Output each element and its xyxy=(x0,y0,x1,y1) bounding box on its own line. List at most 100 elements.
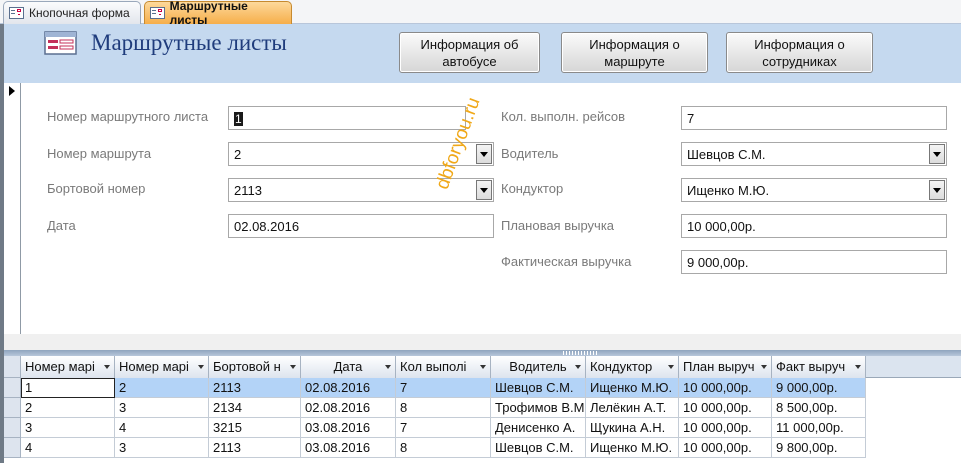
table-cell[interactable]: 8 xyxy=(396,438,491,458)
route-number-label: Номер маршрута xyxy=(47,146,152,161)
table-cell[interactable]: 10 000,00р. xyxy=(679,398,772,418)
planned-revenue-label: Плановая выручка xyxy=(501,218,615,233)
sort-filter-arrow-icon[interactable] xyxy=(198,365,204,369)
column-header-label: Факт выруч xyxy=(776,359,846,374)
table-row[interactable]: 4 3 2113 03.08.2016 8 Шевцов С.М. Ищенко… xyxy=(21,438,866,458)
form-icon xyxy=(150,7,165,19)
tab-route-sheets[interactable]: Маршрутные листы xyxy=(144,0,292,27)
table-cell[interactable]: Шевцов С.М. xyxy=(491,438,586,458)
staff-info-button[interactable]: Информация о сотрудниках xyxy=(726,32,873,73)
route-sheet-number-field[interactable]: 1 xyxy=(228,106,466,130)
table-cell[interactable]: 1 xyxy=(21,378,115,398)
splitter-grip-icon[interactable] xyxy=(563,351,597,355)
tab-switchboard[interactable]: Кнопочная форма xyxy=(3,1,141,24)
button-label-line: маршруте xyxy=(604,54,665,69)
row-selector[interactable] xyxy=(4,378,21,398)
combo-value: 2 xyxy=(234,147,242,162)
record-selector[interactable] xyxy=(4,83,21,334)
table-cell[interactable]: 10 000,00р. xyxy=(679,418,772,438)
table-cell[interactable]: 3 xyxy=(21,418,115,438)
table-cell[interactable]: Щукина А.Н. xyxy=(586,418,679,438)
table-cell[interactable]: Ищенко М.Ю. xyxy=(586,378,679,398)
combo-value: Ищенко М.Ю. xyxy=(687,183,770,198)
bus-info-button[interactable]: Информация об автобусе xyxy=(399,32,540,73)
actual-revenue-field[interactable]: 9 000,00р. xyxy=(681,250,947,274)
table-cell[interactable]: 9 800,00р. xyxy=(772,438,866,458)
sort-filter-arrow-icon[interactable] xyxy=(290,365,296,369)
table-cell[interactable]: 2113 xyxy=(209,438,301,458)
table-cell[interactable]: 8 500,00р. xyxy=(772,398,866,418)
dropdown-arrow-icon[interactable] xyxy=(476,144,492,164)
sort-filter-arrow-icon[interactable] xyxy=(104,365,110,369)
column-header[interactable]: Кондуктор xyxy=(586,356,679,378)
route-info-button[interactable]: Информация о маршруте xyxy=(561,32,708,73)
sort-filter-arrow-icon[interactable] xyxy=(855,365,861,369)
table-cell[interactable]: 7 xyxy=(396,418,491,438)
table-cell[interactable]: 9 000,00р. xyxy=(772,378,866,398)
table-row[interactable]: 2 3 2134 02.08.2016 8 Трофимов В.М Лелёк… xyxy=(21,398,866,418)
table-cell[interactable]: 03.08.2016 xyxy=(301,418,396,438)
form-title: Маршрутные листы xyxy=(91,30,287,55)
table-cell[interactable]: 8 xyxy=(396,398,491,418)
board-number-label: Бортовой номер xyxy=(47,181,146,196)
row-selector[interactable] xyxy=(4,438,21,458)
dropdown-arrow-icon[interactable] xyxy=(929,180,945,200)
dropdown-arrow-icon[interactable] xyxy=(929,144,945,164)
table-cell[interactable]: 7 xyxy=(396,378,491,398)
column-header-label: Водитель xyxy=(509,359,567,374)
sort-filter-arrow-icon[interactable] xyxy=(668,365,674,369)
sort-filter-arrow-icon[interactable] xyxy=(575,365,581,369)
row-selector[interactable] xyxy=(4,418,21,438)
table-cell[interactable]: 4 xyxy=(115,418,209,438)
sort-filter-arrow-icon[interactable] xyxy=(761,365,767,369)
table-cell[interactable]: Шевцов С.М. xyxy=(491,378,586,398)
button-label-line: сотрудниках xyxy=(762,54,837,69)
sort-filter-arrow-icon[interactable] xyxy=(480,365,486,369)
current-record-arrow-icon xyxy=(9,86,15,96)
column-header[interactable]: Водитель xyxy=(491,356,586,378)
form-footer-area xyxy=(4,334,961,350)
table-cell[interactable]: 03.08.2016 xyxy=(301,438,396,458)
column-header[interactable]: Номер марі xyxy=(21,356,115,378)
table-cell[interactable]: 11 000,00р. xyxy=(772,418,866,438)
date-field[interactable]: 02.08.2016 xyxy=(228,214,494,238)
table-cell[interactable]: 02.08.2016 xyxy=(301,398,396,418)
table-cell[interactable]: Трофимов В.М xyxy=(491,398,586,418)
table-cell[interactable]: 2 xyxy=(21,398,115,418)
select-all-corner[interactable] xyxy=(4,356,21,378)
table-cell[interactable]: 2113 xyxy=(209,378,301,398)
planned-revenue-field[interactable]: 10 000,00р. xyxy=(681,214,947,238)
table-cell[interactable]: 4 xyxy=(21,438,115,458)
table-cell[interactable]: 3 xyxy=(115,398,209,418)
column-header[interactable]: Номер марі xyxy=(115,356,209,378)
sort-filter-arrow-icon[interactable] xyxy=(385,365,391,369)
table-cell[interactable]: 10 000,00р. xyxy=(679,378,772,398)
table-cell[interactable]: 3215 xyxy=(209,418,301,438)
row-selector[interactable] xyxy=(4,398,21,418)
table-cell[interactable]: 3 xyxy=(115,438,209,458)
driver-combo[interactable]: Шевцов С.М. xyxy=(681,142,947,166)
table-row[interactable]: 3 4 3215 03.08.2016 7 Денисенко А. Щукин… xyxy=(21,418,866,438)
column-header[interactable]: Дата xyxy=(301,356,396,378)
conductor-combo[interactable]: Ищенко М.Ю. xyxy=(681,178,947,202)
table-cell[interactable]: 2 xyxy=(115,378,209,398)
table-cell[interactable]: 2134 xyxy=(209,398,301,418)
tab-label: Кнопочная форма xyxy=(29,6,130,20)
date-label: Дата xyxy=(47,218,76,233)
column-header[interactable]: План выруч xyxy=(679,356,772,378)
trips-count-label: Кол. выполн. рейсов xyxy=(501,109,626,124)
trips-count-field[interactable]: 7 xyxy=(681,106,947,130)
table-row[interactable]: 1 2 2113 02.08.2016 7 Шевцов С.М. Ищенко… xyxy=(21,378,866,398)
table-cell[interactable]: 02.08.2016 xyxy=(301,378,396,398)
table-cell[interactable]: Ищенко М.Ю. xyxy=(586,438,679,458)
column-header-label: Кол выполі xyxy=(400,359,467,374)
column-header-label: Бортовой н xyxy=(213,359,281,374)
column-header[interactable]: Бортовой н xyxy=(209,356,301,378)
table-cell[interactable]: Лелёкин А.Т. xyxy=(586,398,679,418)
table-cell[interactable]: Денисенко А. xyxy=(491,418,586,438)
column-header[interactable]: Кол выполі xyxy=(396,356,491,378)
dropdown-arrow-icon[interactable] xyxy=(476,180,492,200)
table-cell[interactable]: 10 000,00р. xyxy=(679,438,772,458)
tab-label: Маршрутные листы xyxy=(169,0,248,27)
column-header[interactable]: Факт выруч xyxy=(772,356,866,378)
